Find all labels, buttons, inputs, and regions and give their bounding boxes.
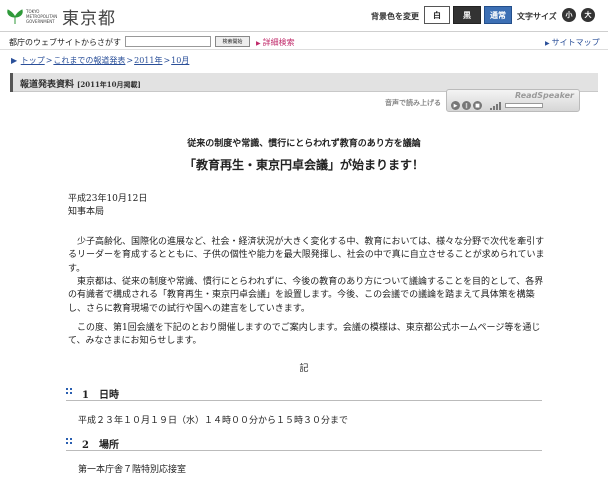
pause-icon[interactable]: ‖ — [462, 101, 471, 110]
bg-black-button[interactable]: 黒 — [453, 6, 481, 24]
logo-english-text: TOKYO METROPOLITAN GOVERNMENT — [26, 9, 58, 24]
search-label: 都庁のウェブサイトからさがす — [9, 38, 121, 47]
article-date: 平成23年10月12日 — [68, 194, 148, 204]
article-department: 知事本局 — [68, 207, 105, 217]
bullet-dots-icon — [66, 438, 73, 445]
page-title: 報道発表資料 [2011年10月掲載] — [20, 77, 141, 90]
bg-white-button[interactable]: 白 — [424, 6, 450, 24]
sitemap-label: サイトマップ — [551, 38, 600, 47]
site-header: TOKYO METROPOLITAN GOVERNMENT 東京都 背景色を変更… — [0, 0, 608, 32]
section-heading-label: 1 日時 — [82, 390, 119, 401]
arrow-right-icon: ▶ — [545, 40, 550, 47]
article-subtitle: 従来の制度や常識、慣行にとらわれず教育のあり方を議論 — [187, 139, 421, 149]
arrow-right-icon: ▶ — [11, 56, 18, 65]
search-button[interactable]: 検索開始 — [215, 36, 250, 47]
breadcrumb-top[interactable]: トップ — [21, 56, 45, 65]
article-paragraph-2: 東京都は、従来の制度や常識、慣行にとらわれずに、今後の教育のあり方について議論す… — [68, 277, 544, 314]
search-input[interactable] — [125, 36, 211, 47]
title-accent-bar — [10, 73, 13, 92]
breadcrumb-year[interactable]: 2011年 — [134, 56, 162, 65]
progress-track[interactable] — [505, 103, 543, 108]
arrow-right-icon: ▶ — [256, 40, 261, 47]
play-icon[interactable]: ▶ — [451, 101, 460, 110]
section-heading-datetime: 1 日時 — [66, 385, 542, 401]
notice-heading: 記 — [299, 364, 309, 374]
stop-icon[interactable]: ■ — [473, 101, 482, 110]
breadcrumb-press-archive[interactable]: これまでの報道発表 — [53, 56, 125, 65]
ginkgo-leaf-icon — [6, 8, 24, 26]
font-size-label: 文字サイズ — [517, 12, 557, 21]
article-headline: 「教育再生・東京円卓会議」が始まります！ — [183, 158, 424, 172]
section-text-place: 第一本庁舎７階特別応接室 — [78, 465, 187, 475]
font-large-button[interactable]: 大 — [581, 8, 595, 22]
breadcrumb: ▶ トップ>これまでの報道発表>2011年>10月 — [11, 56, 190, 65]
section-heading-label: 2 場所 — [82, 440, 119, 451]
advanced-search-link[interactable]: ▶ 詳細検索 — [256, 37, 295, 48]
article-meta: 平成23年10月12日 知事本局 — [68, 193, 147, 219]
readspeaker-label: 音声で読み上げる — [385, 99, 441, 107]
article-paragraph-1: 少子高齢化、国際化の進展など、社会・経済状況が大きく変化する中、教育においては、… — [68, 237, 545, 274]
sitemap-link[interactable]: ▶ サイトマップ — [545, 37, 600, 48]
search-bar: 都庁のウェブサイトからさがす 検索開始 ▶ 詳細検索 ▶ サイトマップ — [0, 33, 608, 50]
logo-title: 東京都 — [62, 9, 116, 29]
readspeaker-brand: ReadSpeaker — [514, 91, 574, 100]
page-title-label: 報道発表資料 — [20, 80, 75, 90]
readspeaker-player[interactable]: ReadSpeaker ▶ ‖ ■ — [446, 89, 580, 112]
bullet-dots-icon — [66, 388, 73, 395]
tokyo-logo[interactable]: TOKYO METROPOLITAN GOVERNMENT 東京都 — [6, 4, 116, 29]
section-text-datetime: 平成２３年１０月１９日（水）１４時００分から１５時３０分まで — [78, 416, 349, 426]
readspeaker-controls: ▶ ‖ ■ — [451, 101, 543, 110]
advanced-search-label: 詳細検索 — [262, 38, 295, 47]
font-small-button[interactable]: 小 — [562, 8, 576, 22]
bg-normal-button[interactable]: 通常 — [484, 6, 512, 24]
section-heading-place: 2 場所 — [66, 435, 542, 451]
article-paragraph-3: この度、第1回会議を下記のとおり開催しますのでご案内します。会議の模様は、東京都… — [68, 323, 541, 347]
breadcrumb-month[interactable]: 10月 — [171, 56, 189, 65]
bg-color-label: 背景色を変更 — [371, 12, 419, 21]
page-title-date: [2011年10月掲載] — [77, 80, 141, 89]
volume-icon[interactable] — [490, 101, 502, 110]
